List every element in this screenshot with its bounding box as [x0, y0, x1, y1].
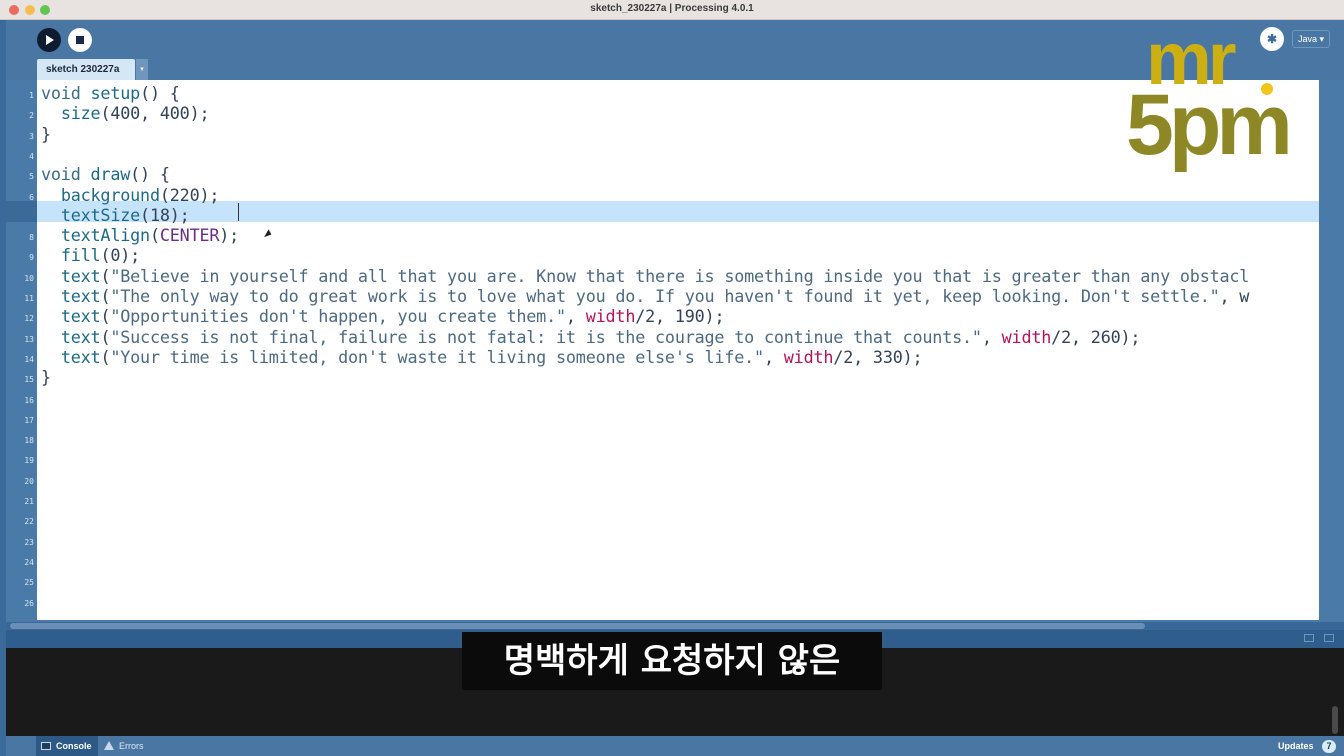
code-editor[interactable]: void setup() { size(400, 400);} void draw… [37, 80, 1319, 620]
text-caret [238, 203, 239, 221]
updates-label[interactable]: Updates [1278, 736, 1314, 756]
line-number: 20 [24, 476, 34, 486]
processing-window: sketch_230227a | Processing 4.0.1 ✱ Java… [0, 0, 1344, 756]
play-icon [46, 35, 54, 45]
code-line[interactable]: text("Your time is limited, don't waste … [41, 347, 923, 367]
line-number: 12 [24, 314, 34, 324]
run-button[interactable] [37, 28, 61, 52]
code-line[interactable]: } [41, 124, 51, 144]
line-number: 19 [24, 456, 34, 466]
line-number: 11 [24, 294, 34, 303]
mouse-pointer-icon [264, 229, 273, 240]
code-line[interactable]: size(400, 400); [41, 103, 210, 123]
status-bar: Console Errors Updates 7 [6, 736, 1344, 756]
tab-sketch[interactable]: sketch 230227a [37, 59, 135, 80]
line-number: 15 [24, 375, 34, 385]
line-number: 17 [24, 415, 34, 425]
toolbar: ✱ Java ▾ sketch 230227a ▾ [0, 20, 1344, 80]
line-number: 23 [24, 537, 34, 547]
line-number: 2 [29, 111, 34, 121]
tab-menu-button[interactable]: ▾ [136, 59, 148, 80]
updates-count-badge[interactable]: 7 [1322, 740, 1336, 753]
line-number: 25 [24, 578, 34, 588]
line-number: 24 [24, 557, 34, 567]
horizontal-scrollbar-thumb[interactable] [10, 623, 1145, 629]
code-line[interactable]: textAlign(CENTER); [41, 225, 239, 245]
debugger-button[interactable]: ✱ [1260, 27, 1284, 51]
console-tab[interactable]: Console [36, 736, 98, 756]
line-number: 1 [29, 91, 34, 100]
butterfly-icon: ✱ [1266, 32, 1278, 46]
clear-console-icon[interactable] [1304, 634, 1314, 642]
console-menu-icon[interactable] [1324, 634, 1334, 642]
line-number: 9 [29, 253, 34, 263]
code-line[interactable]: void setup() { [41, 83, 180, 103]
errors-tab[interactable]: Errors [99, 736, 150, 756]
title-bar: sketch_230227a | Processing 4.0.1 [0, 0, 1344, 20]
mode-selector[interactable]: Java ▾ [1292, 30, 1330, 48]
warning-icon [104, 741, 114, 750]
line-number: 16 [24, 395, 34, 405]
code-line[interactable]: background(220); [41, 185, 220, 205]
current-line-highlight [37, 201, 1319, 222]
line-number-gutter: 1234567891011121314151617181920212223242… [6, 80, 37, 620]
code-line[interactable]: text("Believe in yourself and all that y… [41, 266, 1250, 286]
code-line[interactable]: text("Opportunities don't happen, you cr… [41, 306, 725, 326]
video-subtitle: 명백하게 요청하지 않은 [462, 632, 882, 690]
horizontal-scrollbar[interactable] [6, 622, 1344, 630]
code-line[interactable]: textSize(18); [41, 205, 190, 225]
line-number: 22 [24, 517, 34, 527]
code-line[interactable]: fill(0); [41, 245, 140, 265]
line-number: 21 [24, 497, 34, 506]
code-line[interactable]: } [41, 367, 51, 387]
console-scrollbar[interactable] [1332, 706, 1338, 734]
line-number: 18 [24, 436, 34, 446]
errors-tab-label: Errors [119, 741, 144, 751]
code-line[interactable]: text("Success is not final, failure is n… [41, 327, 1141, 347]
line-number: 10 [24, 273, 34, 283]
current-line-gutter-highlight [6, 201, 37, 222]
line-number: 5 [29, 172, 34, 182]
line-number: 13 [24, 334, 34, 344]
window-title: sketch_230227a | Processing 4.0.1 [590, 3, 754, 14]
line-number: 4 [29, 151, 34, 161]
code-line[interactable]: void draw() { [41, 164, 170, 184]
stop-icon [76, 36, 84, 44]
line-number: 14 [24, 354, 34, 364]
stop-button[interactable] [68, 28, 92, 52]
code-line[interactable]: text("The only way to do great work is t… [41, 286, 1250, 306]
line-number: 8 [29, 233, 34, 243]
console-icon [41, 742, 51, 750]
line-number: 3 [29, 131, 34, 141]
line-number: 26 [24, 598, 34, 608]
console-tab-label: Console [56, 741, 92, 751]
